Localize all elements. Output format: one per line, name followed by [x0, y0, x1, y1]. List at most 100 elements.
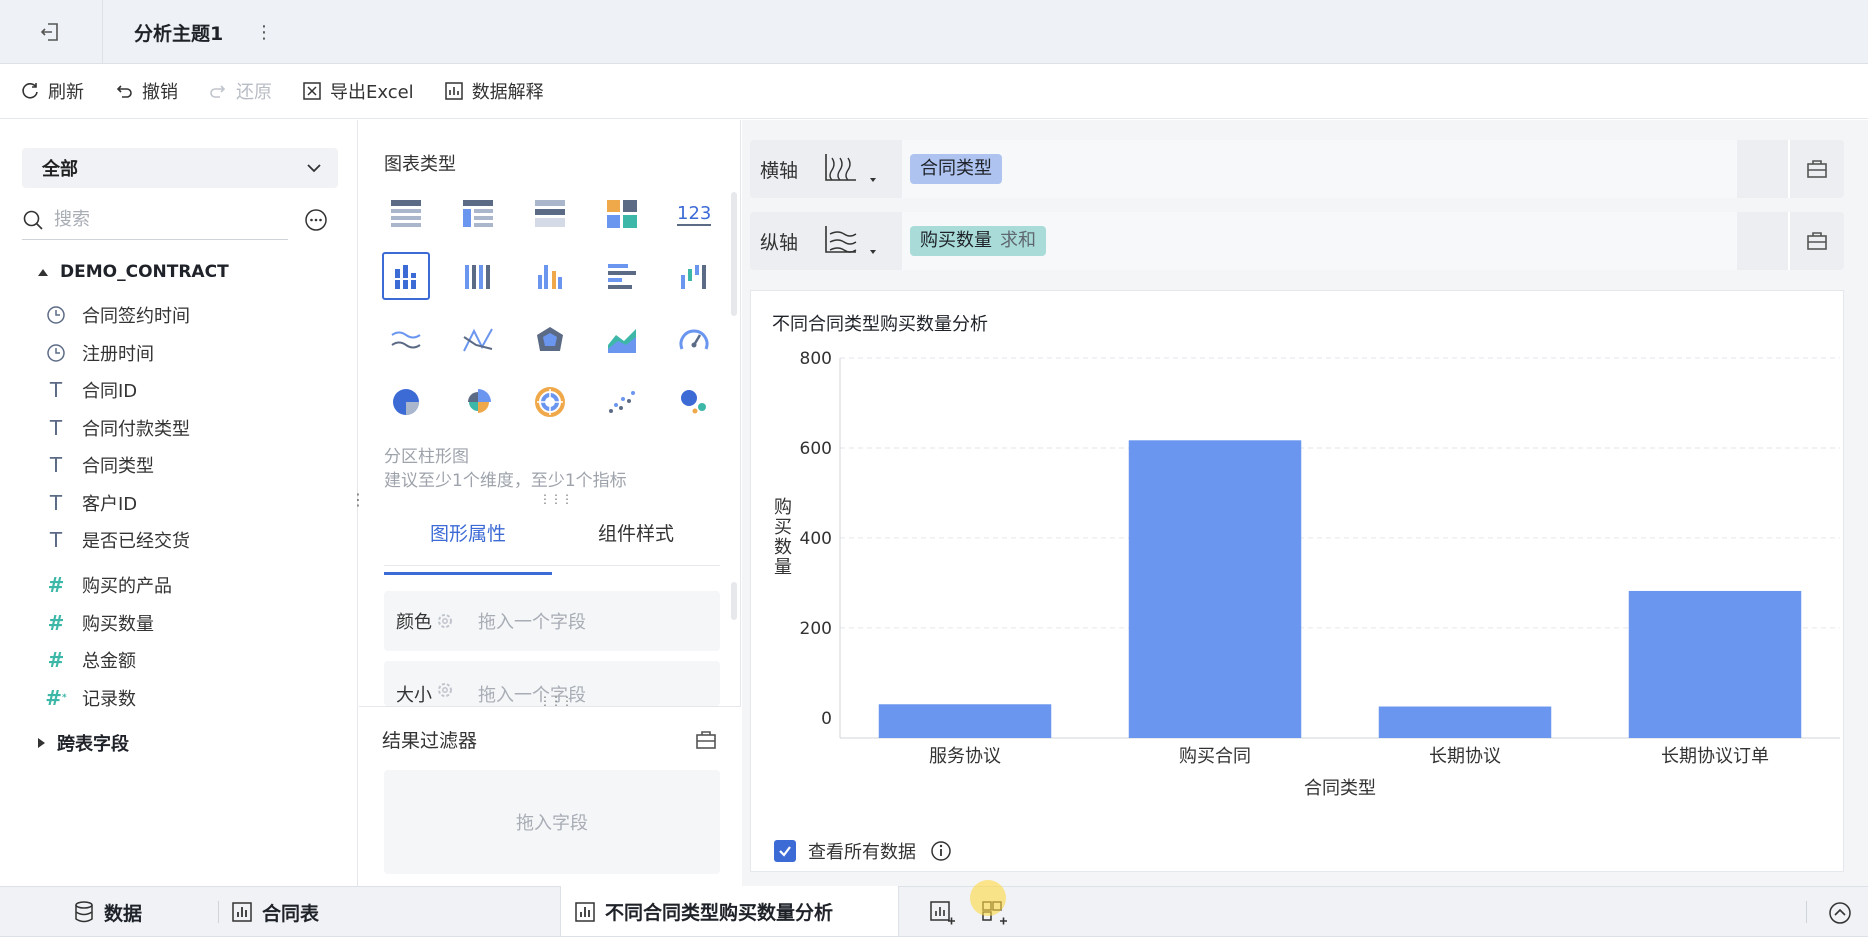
collapse-triangle-icon	[38, 268, 48, 276]
view-all-checkbox[interactable]	[774, 840, 796, 862]
property-scrollbar[interactable]	[731, 582, 737, 620]
y-tick-label: 600	[800, 439, 832, 459]
field-label: 合同ID	[82, 381, 138, 402]
tab-contract-table[interactable]: 合同表	[232, 887, 319, 937]
horizontal-bar-chart-icon[interactable]	[598, 252, 646, 300]
field-item[interactable]: 合同签约时间	[44, 301, 190, 329]
collapse-up-icon[interactable]	[1826, 899, 1854, 927]
redo-label: 还原	[236, 82, 272, 103]
page-title: 分析主题1	[134, 23, 224, 45]
x-axis-drop-zone[interactable]	[902, 140, 1737, 198]
clock-icon	[44, 343, 68, 363]
field-label: 购买数量	[82, 614, 154, 635]
field-item[interactable]: # * 记录数	[44, 684, 136, 712]
x-axis-sort-icon[interactable]	[820, 150, 880, 188]
page-bottom-strip	[0, 936, 1868, 948]
gear-icon[interactable]	[436, 681, 454, 699]
tab-active-analysis[interactable]: 不同合同类型购买数量分析	[560, 886, 899, 937]
export-excel-button[interactable]: 导出Excel	[302, 78, 414, 104]
stacked-bar-chart-icon[interactable]	[454, 252, 502, 300]
clock-icon	[44, 305, 68, 325]
scatter-chart-icon[interactable]	[598, 378, 646, 426]
search-input[interactable]	[54, 209, 254, 230]
sunburst-chart-icon[interactable]	[526, 378, 574, 426]
y-axis-field-pill[interactable]: 购买数量 求和	[910, 226, 1046, 256]
partition-bar-chart-icon[interactable]	[382, 252, 430, 300]
x-axis-field-pill[interactable]: 合同类型	[910, 154, 1002, 184]
tab-separator	[218, 901, 219, 923]
y-tick-label: 200	[800, 619, 832, 639]
filter-settings-icon[interactable]	[692, 726, 720, 754]
table-node[interactable]: DEMO_CONTRACT	[38, 262, 229, 282]
options-icon[interactable]	[304, 208, 328, 232]
property-tabs: 图形属性 组件样式	[384, 512, 720, 575]
group-table-chart-icon[interactable]	[454, 190, 502, 238]
undo-button[interactable]: 撤销	[114, 78, 178, 104]
gear-icon[interactable]	[436, 612, 454, 630]
rose-chart-icon[interactable]	[454, 378, 502, 426]
pie-chart-icon[interactable]	[382, 378, 430, 426]
chart-tab-icon	[232, 902, 252, 922]
svg-text:123: 123	[677, 203, 711, 224]
x-axis-field: 合同类型	[920, 158, 992, 179]
section-resize-handle[interactable]: ⋮⋮⋮	[539, 695, 573, 712]
gauge-chart-icon[interactable]	[670, 316, 718, 364]
tab-data[interactable]: 数据	[74, 887, 142, 937]
data-explain-button[interactable]: 数据解释	[444, 78, 544, 104]
y-tick-label: 400	[800, 529, 832, 549]
field-item[interactable]: T 合同ID	[44, 376, 137, 404]
tab-component-style[interactable]: 组件样式	[552, 512, 720, 565]
line-chart-icon[interactable]	[382, 316, 430, 364]
cross-table-chart-icon[interactable]	[526, 190, 574, 238]
radar-chart-icon[interactable]	[526, 316, 574, 364]
field-item[interactable]: # 总金额	[44, 646, 136, 674]
cross-table-fields-node[interactable]: 跨表字段	[38, 730, 129, 756]
excel-icon	[303, 82, 321, 100]
field-label: 是否已经交货	[82, 531, 190, 552]
field-item[interactable]: T 客户ID	[44, 489, 137, 517]
color-drop-zone[interactable]: 颜色 拖入一个字段	[384, 591, 720, 651]
chart-type-scrollbar[interactable]	[731, 192, 737, 316]
x-tick-label: 购买合同	[1179, 746, 1251, 767]
field-label: 合同付款类型	[82, 419, 190, 440]
cross-fields-label: 跨表字段	[57, 734, 129, 755]
field-label: 合同签约时间	[82, 306, 190, 327]
add-component-icon[interactable]	[928, 899, 956, 927]
field-label: 总金额	[82, 651, 136, 672]
explain-chart-icon	[444, 82, 463, 100]
filter-drop-zone[interactable]: 拖入字段	[384, 770, 720, 874]
number-type-icon: #	[47, 648, 65, 672]
tab-graphic-properties[interactable]: 图形属性	[384, 512, 552, 575]
field-item[interactable]: T 合同类型	[44, 451, 154, 479]
more-icon[interactable]: ⋮	[254, 16, 274, 48]
redo-button[interactable]: 还原	[208, 78, 272, 104]
bubble-chart-icon[interactable]	[670, 378, 718, 426]
number-chart-icon[interactable]: 123	[670, 190, 718, 238]
multi-line-chart-icon[interactable]	[454, 316, 502, 364]
field-item[interactable]: # 购买数量	[44, 609, 154, 637]
field-item[interactable]: 注册时间	[44, 339, 154, 367]
color-drop-hint: 拖入一个字段	[478, 612, 586, 633]
waterfall-chart-icon[interactable]	[670, 252, 718, 300]
view-all-label: 查看所有数据	[808, 842, 916, 863]
chart-tab-icon	[575, 901, 595, 922]
text-type-icon: T	[49, 416, 63, 440]
scope-dropdown[interactable]: 全部	[22, 148, 338, 188]
field-label: 购买的产品	[82, 576, 172, 597]
info-icon[interactable]	[930, 840, 952, 862]
field-item[interactable]: T 合同付款类型	[44, 414, 190, 442]
back-icon[interactable]	[30, 16, 70, 48]
section-resize-handle[interactable]: ⋮⋮⋮	[539, 493, 573, 510]
refresh-button[interactable]: 刷新	[20, 78, 84, 104]
number-type-icon: #	[47, 611, 65, 635]
detail-table-chart-icon[interactable]	[382, 190, 430, 238]
y-axis-settings-button[interactable]	[1788, 212, 1844, 270]
kpi-card-chart-icon[interactable]	[598, 190, 646, 238]
x-axis-settings-button[interactable]	[1788, 140, 1844, 198]
field-item[interactable]: T 是否已经交货	[44, 526, 190, 554]
field-item[interactable]: # 购买的产品	[44, 571, 172, 599]
y-tick-label: 800	[800, 349, 832, 369]
multi-bar-chart-icon[interactable]	[526, 252, 574, 300]
y-axis-sort-icon[interactable]	[820, 222, 880, 260]
area-chart-icon[interactable]	[598, 316, 646, 364]
